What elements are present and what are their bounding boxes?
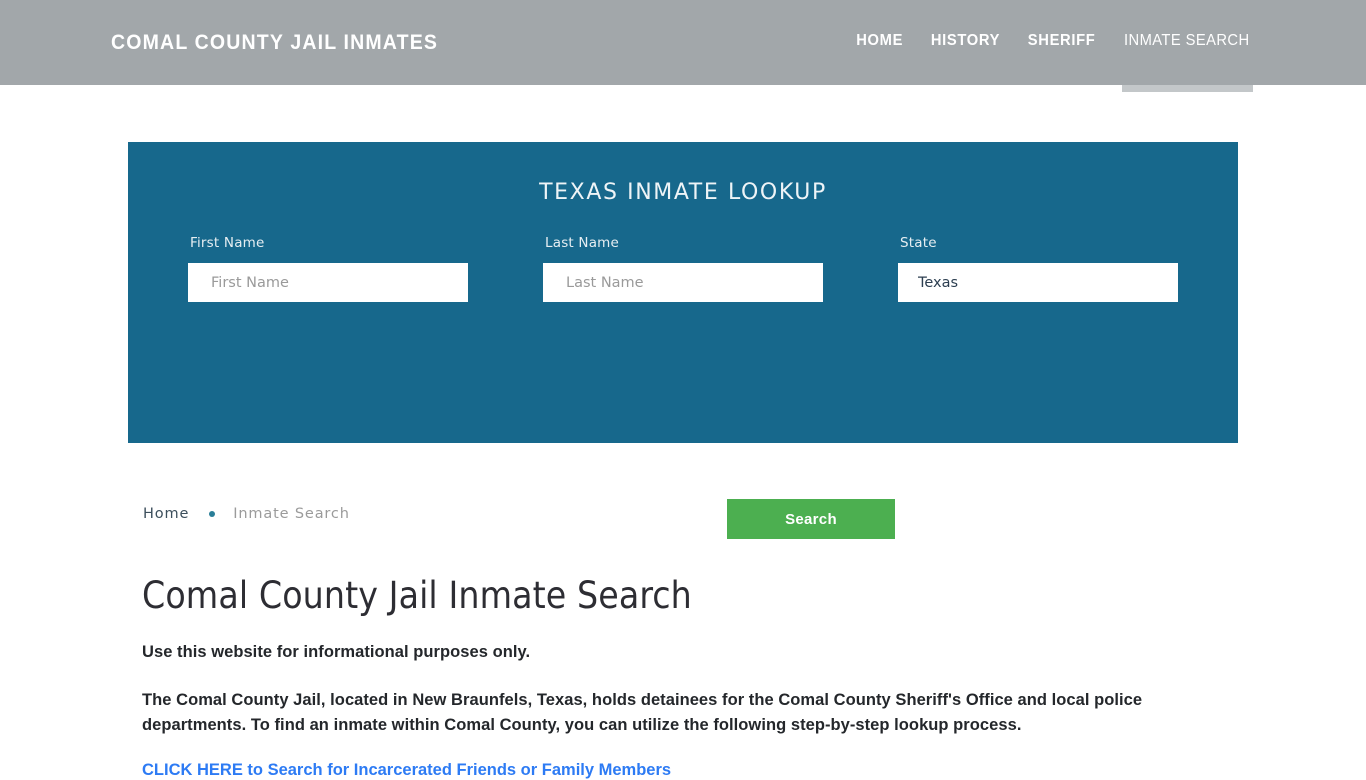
- site-brand-title[interactable]: COMAL COUNTY JAIL INMATES: [111, 31, 438, 55]
- last-name-label: Last Name: [545, 235, 620, 251]
- nav-item-sheriff[interactable]: SHERIFF: [1016, 32, 1106, 50]
- search-fields-row: First Name Last Name State Texas: [128, 235, 1238, 302]
- inmate-lookup-panel: TEXAS INMATE LOOKUP First Name Last Name…: [128, 142, 1238, 539]
- inmate-search-cta-link[interactable]: CLICK HERE to Search for Incarcerated Fr…: [142, 761, 671, 780]
- last-name-input[interactable]: [543, 263, 823, 302]
- nav-item-inmate-search[interactable]: INMATE SEARCH: [1112, 32, 1249, 50]
- breadcrumb-item-home[interactable]: Home: [143, 506, 189, 522]
- breadcrumb-item-current: Inmate Search: [233, 506, 350, 522]
- panel-title: TEXAS INMATE LOOKUP: [539, 180, 827, 205]
- first-name-input[interactable]: [188, 263, 468, 302]
- intro-paragraph: Use this website for informational purpo…: [142, 643, 531, 662]
- search-button[interactable]: Search: [727, 499, 895, 539]
- main-navigation: HOME HISTORY SHERIFF INMATE SEARCH: [843, 32, 1253, 50]
- nav-item-history[interactable]: HISTORY: [919, 32, 1011, 50]
- nav-item-home[interactable]: HOME: [845, 32, 915, 50]
- main-content: Comal County Jail Inmate Search Use this…: [142, 574, 1222, 780]
- state-select[interactable]: Texas: [898, 263, 1178, 302]
- site-header: COMAL COUNTY JAIL INMATES HOME HISTORY S…: [0, 0, 1366, 92]
- state-field-group: State Texas: [898, 235, 1178, 302]
- description-paragraph: The Comal County Jail, located in New Br…: [142, 691, 1143, 735]
- breadcrumb-separator-dot-icon: [209, 511, 216, 517]
- first-name-label: First Name: [190, 235, 265, 251]
- active-nav-indicator: [1122, 85, 1253, 92]
- first-name-field-group: First Name: [188, 235, 468, 302]
- breadcrumb: Home Inmate Search: [143, 506, 350, 522]
- last-name-field-group: Last Name: [543, 235, 823, 302]
- state-label: State: [900, 235, 937, 251]
- page-title: Comal County Jail Inmate Search: [142, 574, 692, 617]
